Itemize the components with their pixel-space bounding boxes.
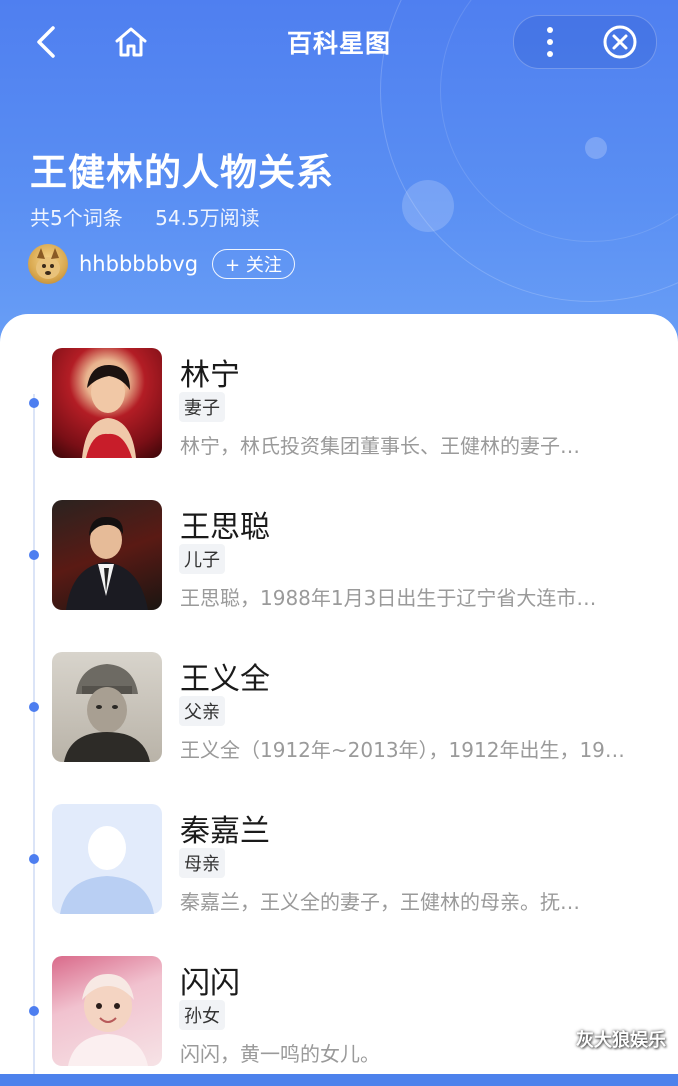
person-description: 王思聪，1988年1月3日出生于辽宁省大连市… (180, 586, 597, 610)
list-item[interactable]: 王思聪 儿子 王思聪，1988年1月3日出生于辽宁省大连市… (0, 500, 678, 630)
timeline-dot (29, 398, 39, 408)
relation-badge: 父亲 (179, 696, 225, 726)
decorative-dot (585, 137, 607, 159)
timeline-dot (29, 854, 39, 864)
person-photo (52, 348, 162, 458)
read-count: 54.5万阅读 (155, 206, 260, 230)
author-row: hhbbbbbvg + 关注 (28, 244, 295, 284)
relations-list: 林宁 妻子 林宁，林氏投资集团董事长、王健林的妻子… 王思聪 儿子 王思聪，19… (0, 314, 678, 1074)
capsule-menu (513, 15, 657, 69)
author-avatar[interactable] (28, 244, 68, 284)
dog-avatar-icon (36, 248, 60, 279)
list-item[interactable]: 王义全 父亲 王义全（1912年~2013年），1912年出生，19… (0, 652, 678, 782)
entry-count: 共5个词条 (30, 206, 123, 230)
person-photo (52, 652, 162, 762)
page-title: 王健林的人物关系 (30, 151, 334, 194)
default-avatar-icon (52, 804, 162, 914)
relation-badge: 孙女 (179, 1000, 225, 1030)
author-name[interactable]: hhbbbbbvg (79, 252, 198, 276)
person-photo (52, 500, 162, 610)
person-photo (52, 956, 162, 1066)
person-description: 林宁，林氏投资集团董事长、王健林的妻子… (180, 434, 580, 458)
list-item[interactable]: 秦嘉兰 母亲 秦嘉兰，王义全的妻子，王健林的母亲。抚… (0, 804, 678, 934)
timeline-dot (29, 1006, 39, 1016)
person-description: 秦嘉兰，王义全的妻子，王健林的母亲。抚… (180, 890, 580, 914)
person-name: 王思聪 (180, 510, 270, 545)
person-description: 王义全（1912年~2013年），1912年出生，19… (180, 738, 625, 762)
close-button[interactable] (590, 16, 650, 68)
relation-badge: 儿子 (179, 544, 225, 574)
person-name: 林宁 (180, 358, 240, 393)
close-circle-icon (603, 25, 637, 59)
more-vertical-icon (547, 27, 553, 57)
timeline-dot (29, 550, 39, 560)
stats-row: 共5个词条 54.5万阅读 (30, 202, 286, 231)
list-item[interactable]: 闪闪 孙女 闪闪，黄一鸣的女儿。 (0, 956, 678, 1086)
list-item[interactable]: 林宁 妻子 林宁，林氏投资集团董事长、王健林的妻子… (0, 348, 678, 478)
follow-button[interactable]: + 关注 (212, 249, 295, 279)
timeline-dot (29, 702, 39, 712)
decorative-dot (402, 180, 454, 232)
person-name: 王义全 (180, 662, 270, 697)
relation-badge: 妻子 (179, 392, 225, 422)
header: 百科星图 王健林的人物关系 共5个词条 54.5万阅读 hhbbbbbvg + … (0, 0, 678, 360)
person-name: 秦嘉兰 (180, 814, 270, 849)
person-name: 闪闪 (180, 966, 240, 1001)
watermark: 灰大狼娱乐 (576, 1030, 666, 1051)
relation-badge: 母亲 (179, 848, 225, 878)
more-button[interactable] (520, 16, 580, 68)
